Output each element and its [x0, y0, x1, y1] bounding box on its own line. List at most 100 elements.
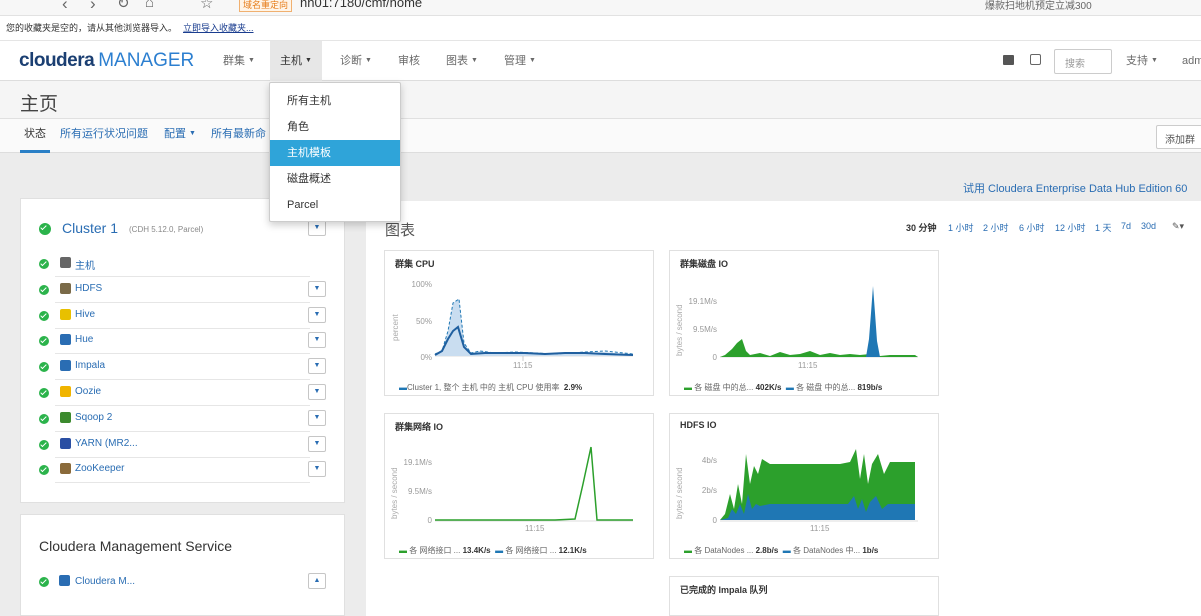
redirect-badge: 域名重定向 [239, 0, 293, 12]
legend-label-2: 各 磁盘 中的总... [796, 383, 856, 392]
service-actions-dropdown[interactable]: ▼ [308, 435, 326, 452]
yarn-icon [60, 437, 71, 449]
service-actions-dropdown[interactable]: ▼ [308, 332, 326, 349]
edit-icon[interactable]: ✎▾ [1172, 221, 1184, 232]
service-row[interactable]: YARN (MR2... ▼ [20, 432, 330, 458]
menu-item-roles[interactable]: 角色 [270, 114, 400, 140]
service-name-link[interactable]: HDFS [75, 283, 102, 294]
nav-admin-label: 管理 [504, 55, 526, 67]
y-axis-label: bytes / second [675, 304, 684, 356]
y-tick: 0 [713, 516, 718, 525]
service-row[interactable]: Sqoop 2 ▼ [20, 406, 330, 432]
bookmarks-bar: 您的收藏夹是空的，请从其他浏览器导入。 立即导入收藏夹... [0, 16, 1201, 41]
nav-user-label: adm [1182, 55, 1201, 67]
tab-recent-commands[interactable]: 所有最新命 [211, 119, 266, 153]
home-icon[interactable]: ⌂ [145, 0, 154, 11]
star-icon[interactable]: ☆ [200, 0, 213, 12]
address-bar[interactable]: hh01:7180/cmf/home [300, 0, 422, 10]
nav-hosts[interactable]: 主机 ▼ [270, 41, 322, 81]
nav-administration[interactable]: 管理 ▼ [494, 41, 546, 81]
y-tick: 2b/s [702, 486, 717, 495]
service-row[interactable]: 主机 [20, 251, 330, 277]
forward-icon[interactable]: › [90, 0, 96, 14]
trial-link[interactable]: 试用 Cloudera Enterprise Data Hub Edition … [963, 180, 1187, 196]
time-range-option[interactable]: 6 小时 [1019, 221, 1045, 234]
nav-support[interactable]: 支持 ▼ [1116, 41, 1168, 81]
legend-label: Cluster 1, 整个 主机 中的 主机 CPU 使用率 [407, 383, 560, 392]
menu-item-parcels[interactable]: Parcel [270, 192, 400, 218]
time-range-option[interactable]: 2 小时 [983, 221, 1009, 234]
cluster-name-link[interactable]: Cluster 1 [62, 220, 118, 236]
browser-search[interactable]: 爆款扫地机预定立减300 [985, 0, 1092, 12]
menu-item-host-templates[interactable]: 主机模板 [270, 140, 400, 166]
time-range-option[interactable]: 30 分钟 [906, 221, 937, 234]
service-name-link[interactable]: Impala [75, 360, 105, 371]
parcel-icon[interactable] [1030, 54, 1041, 65]
legend-value: 2.8b/s [755, 546, 779, 555]
tab-status[interactable]: 状态 [20, 119, 50, 153]
time-range-option[interactable]: 7d [1121, 221, 1131, 231]
service-actions-dropdown[interactable]: ▼ [308, 306, 326, 323]
service-row[interactable]: HDFS ▼ [20, 277, 330, 303]
chevron-down-icon: ▼ [248, 57, 255, 65]
service-name-link[interactable]: 主机 [75, 257, 95, 272]
menu-item-disk-overview[interactable]: 磁盘概述 [270, 166, 400, 192]
network-line [435, 446, 633, 521]
mgmt-actions-dropdown[interactable]: ▲ [308, 573, 326, 589]
service-row[interactable]: Impala ▼ [20, 354, 330, 381]
service-name-link[interactable]: YARN (MR2... [75, 438, 138, 449]
service-row[interactable]: Oozie ▼ [20, 380, 330, 406]
legend-label-2: 各 DataNodes 中... [792, 546, 861, 555]
nav-audits[interactable]: 审核 [388, 41, 430, 81]
chart-legend: ▬ 各 磁盘 中的总... 402K/s ▬ 各 磁盘 中的总... 819b/… [684, 383, 883, 392]
health-good-icon [39, 284, 49, 295]
logo-main-text: cloudera [19, 50, 95, 71]
chevron-up-icon: ▲ [313, 577, 321, 584]
service-actions-dropdown[interactable]: ▼ [308, 358, 326, 375]
service-name-link[interactable]: Hue [75, 334, 93, 345]
gift-icon[interactable] [1003, 55, 1014, 65]
cluster-actions-dropdown[interactable]: ▼ [308, 220, 326, 236]
legend-value: 402K/s [755, 383, 782, 392]
time-range-option[interactable]: 30d [1141, 221, 1156, 231]
search-input[interactable]: 搜索 [1054, 49, 1112, 74]
time-range-option[interactable]: 12 小时 [1055, 221, 1086, 234]
nav-clusters[interactable]: 群集 ▼ [213, 41, 265, 81]
list-icon [60, 257, 71, 268]
chevron-down-icon: ▼ [313, 465, 321, 473]
service-row[interactable]: Hue ▼ [20, 328, 330, 355]
tab-health-issues[interactable]: 所有运行状况问题 [60, 119, 148, 153]
nav-user[interactable]: adm [1172, 41, 1201, 81]
chevron-down-icon: ▼ [313, 362, 321, 370]
zookeeper-icon [60, 463, 71, 475]
top-navigation: cloudera MANAGER 群集 ▼ 主机 ▼ 诊断 ▼ 审核 图表 ▼ 管理 ▼ 搜… [0, 41, 1201, 81]
service-name-link[interactable]: ZooKeeper [75, 463, 124, 474]
browser-toolbar: ‹ › ↻ ⌂ ☆ 域名重定向 hh01:7180/cmf/home 爆款扫地机… [0, 0, 1201, 16]
page-header: 主页 [0, 81, 1201, 119]
service-actions-dropdown[interactable]: ▼ [308, 409, 326, 426]
time-range-option[interactable]: 1 天 [1095, 221, 1112, 234]
back-icon[interactable]: ‹ [62, 0, 68, 14]
hdfs-icon [60, 282, 71, 294]
nav-charts[interactable]: 图表 ▼ [436, 41, 488, 81]
refresh-icon[interactable]: ↻ [117, 0, 130, 12]
service-actions-dropdown[interactable]: ▼ [308, 461, 326, 478]
logo-sub-text: MANAGER [98, 50, 195, 71]
service-row[interactable]: ZooKeeper ▼ [20, 457, 330, 484]
service-name-link[interactable]: Sqoop 2 [75, 412, 112, 423]
service-row[interactable]: Hive ▼ [20, 303, 330, 329]
charts-title: 图表 [385, 222, 416, 239]
menu-item-all-hosts[interactable]: 所有主机 [270, 88, 400, 114]
nav-diagnostics[interactable]: 诊断 ▼ [330, 41, 382, 81]
chevron-down-icon: ▼ [313, 388, 321, 395]
service-actions-dropdown[interactable]: ▼ [308, 280, 326, 297]
service-actions-dropdown[interactable]: ▼ [308, 384, 326, 400]
time-range-option[interactable]: 1 小时 [948, 221, 974, 234]
service-name-link[interactable]: Hive [75, 309, 95, 320]
service-name-link[interactable]: Oozie [75, 386, 101, 397]
cloudera-logo[interactable]: cloudera MANAGER [19, 50, 194, 72]
tab-configuration[interactable]: 配置 ▼ [164, 119, 196, 153]
import-bookmarks-link[interactable]: 立即导入收藏夹... [183, 23, 254, 33]
mgmt-service-link[interactable]: Cloudera M... [75, 576, 135, 587]
add-cluster-button[interactable]: 添加群 [1156, 125, 1201, 149]
